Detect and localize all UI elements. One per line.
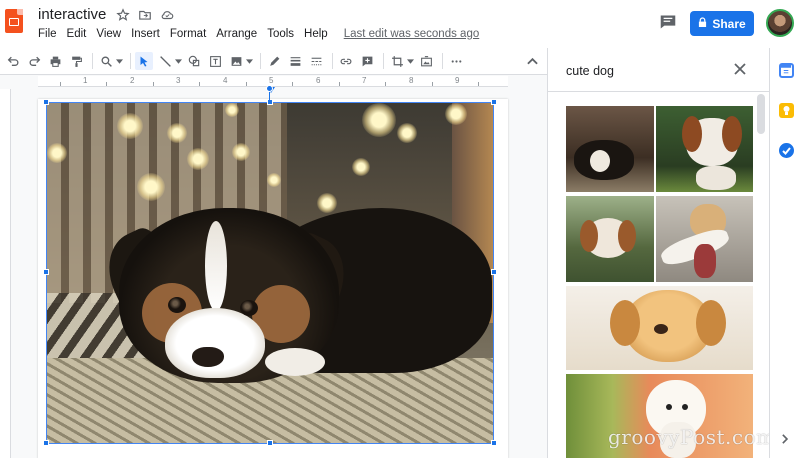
share-button[interactable]: Share	[690, 11, 754, 36]
menu-bar: File Edit View Insert Format Arrange Too…	[38, 28, 479, 40]
toolbar-divider	[92, 53, 93, 69]
search-result-thumbnail[interactable]	[656, 196, 753, 282]
menu-view[interactable]: View	[96, 28, 121, 40]
zoom-caret-icon[interactable]	[115, 52, 123, 70]
resize-handle[interactable]	[491, 269, 497, 275]
line-caret-icon[interactable]	[174, 52, 182, 70]
toolbar-divider	[442, 53, 443, 69]
ruler-number: 7	[362, 76, 367, 85]
ruler-number: 2	[130, 76, 135, 85]
toolbar	[0, 48, 547, 74]
close-icon[interactable]	[733, 62, 749, 78]
resize-handle[interactable]	[43, 99, 49, 105]
rotate-handle[interactable]	[266, 85, 273, 92]
expand-icon[interactable]	[781, 433, 789, 447]
move-folder-icon[interactable]	[137, 7, 153, 23]
toolbar-divider	[332, 53, 333, 69]
menu-file[interactable]: File	[38, 28, 57, 40]
last-edit-link[interactable]: Last edit was seconds ago	[344, 28, 480, 40]
comment-add-icon[interactable]	[358, 52, 376, 70]
image-search-panel: cute dog	[547, 48, 770, 458]
horizontal-ruler[interactable]: 1 2 3 4 5 6 7 8 9	[38, 76, 508, 87]
search-query[interactable]: cute dog	[566, 64, 614, 78]
zoom-icon[interactable]	[97, 52, 115, 70]
puppy-image[interactable]	[46, 102, 494, 444]
search-result-thumbnail[interactable]	[566, 286, 753, 370]
replace-image-icon[interactable]	[417, 52, 435, 70]
paint-format-icon[interactable]	[67, 52, 85, 70]
line-icon[interactable]	[156, 52, 174, 70]
ruler-number: 3	[176, 76, 181, 85]
link-icon[interactable]	[337, 52, 355, 70]
ruler-number: 6	[316, 76, 321, 85]
lock-icon	[698, 16, 707, 31]
resize-handle[interactable]	[43, 269, 49, 275]
redo-icon[interactable]	[25, 52, 43, 70]
ruler-number: 1	[83, 76, 88, 85]
print-icon[interactable]	[46, 52, 64, 70]
share-label: Share	[712, 16, 746, 31]
select-icon[interactable]	[135, 52, 153, 70]
avatar[interactable]	[766, 9, 794, 37]
menu-insert[interactable]: Insert	[131, 28, 160, 40]
vertical-ruler[interactable]	[0, 89, 11, 458]
title-icons	[115, 7, 175, 23]
toolbar-divider	[130, 53, 131, 69]
cloud-status-icon[interactable]	[159, 7, 175, 23]
image-icon[interactable]	[227, 52, 245, 70]
resize-handle[interactable]	[267, 99, 273, 105]
menu-format[interactable]: Format	[170, 28, 206, 40]
shape-icon[interactable]	[185, 52, 203, 70]
menu-edit[interactable]: Edit	[67, 28, 87, 40]
resize-handle[interactable]	[491, 99, 497, 105]
star-icon[interactable]	[115, 7, 131, 23]
border-weight-icon[interactable]	[286, 52, 304, 70]
search-result-thumbnail[interactable]	[566, 196, 654, 282]
ruler-number: 8	[409, 76, 414, 85]
scrollbar[interactable]	[757, 94, 765, 134]
collapse-icon[interactable]	[523, 52, 541, 70]
comment-history-icon[interactable]	[659, 14, 677, 30]
search-header: cute dog	[548, 48, 770, 92]
search-result-thumbnail[interactable]	[656, 106, 753, 192]
resize-handle[interactable]	[491, 440, 497, 446]
search-result-thumbnail[interactable]	[566, 106, 654, 192]
toolbar-divider	[383, 53, 384, 69]
document-title[interactable]: interactive	[38, 6, 106, 23]
header: interactive File Edit View Insert Format…	[0, 0, 800, 47]
toolbar-divider	[260, 53, 261, 69]
ruler-number: 5	[269, 76, 274, 85]
border-dash-icon[interactable]	[307, 52, 325, 70]
menu-arrange[interactable]: Arrange	[216, 28, 257, 40]
keep-icon[interactable]	[779, 103, 794, 118]
menu-help[interactable]: Help	[304, 28, 328, 40]
text-box-icon[interactable]	[206, 52, 224, 70]
drawings-logo-icon[interactable]	[5, 9, 23, 33]
ruler-number: 9	[455, 76, 460, 85]
crop-icon[interactable]	[388, 52, 406, 70]
more-icon[interactable]	[447, 52, 465, 70]
image-caret-icon[interactable]	[245, 52, 253, 70]
tasks-icon[interactable]	[779, 143, 794, 158]
calendar-icon[interactable]	[779, 63, 794, 78]
crop-caret-icon[interactable]	[406, 52, 414, 70]
resize-handle[interactable]	[43, 440, 49, 446]
ruler-number: 4	[223, 76, 228, 85]
menu-tools[interactable]: Tools	[267, 28, 294, 40]
watermark-text: groovyPost.com	[608, 425, 776, 449]
side-rail	[769, 48, 800, 458]
undo-icon[interactable]	[4, 52, 22, 70]
pen-icon[interactable]	[265, 52, 283, 70]
resize-handle[interactable]	[267, 440, 273, 446]
